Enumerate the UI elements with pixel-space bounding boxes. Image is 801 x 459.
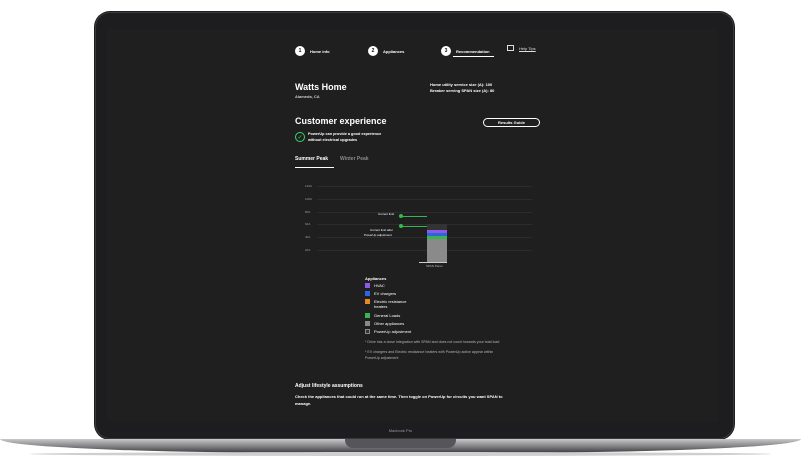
legend-swatch: [365, 321, 370, 326]
grid-line: [317, 237, 532, 238]
legend-swatch: [365, 291, 370, 296]
span-size: Breaker serving SPAN size (A): 80: [430, 88, 495, 93]
y-tick-label: 80A: [305, 210, 311, 214]
current-limit-line: [402, 216, 427, 217]
legend-item: PowerUp adjustment: [365, 329, 411, 334]
help-tips-label: Help Tips: [519, 45, 536, 51]
app-screen: 1 Home info 2 Appliances 3 Recommendatio…: [107, 29, 718, 422]
legend-item: EV chargers: [365, 291, 396, 296]
service-size: Home utility service size (A): 100: [430, 82, 493, 87]
lifestyle-desc-1: Check the appliances that could run at t…: [295, 394, 503, 399]
laptop-shadow: [30, 452, 771, 456]
grid-line: [317, 186, 532, 187]
home-name: Watts Home: [295, 82, 347, 92]
legend-label: Electric resistance heaters: [374, 299, 407, 309]
laptop-notch: [345, 439, 456, 448]
adjusted-limit-label-1: Current limit after: [370, 228, 394, 232]
x-axis-label: SPAN Panel: [426, 264, 443, 268]
bar-segment: [427, 224, 447, 231]
legend-label: EV chargers: [374, 291, 397, 296]
bar-segment: [427, 230, 447, 233]
step-number: 3: [441, 46, 451, 56]
step-label: Recommendation: [456, 48, 490, 54]
step-appliances[interactable]: 2 Appliances: [368, 44, 404, 58]
legend-label: HVAC: [374, 283, 385, 288]
lifestyle-title: Adjust lifestyle assumptions: [295, 383, 363, 389]
device-label: Macbook Pro: [388, 428, 413, 433]
adjusted-limit-line: [402, 226, 427, 227]
legend-item: Other appliances: [365, 321, 404, 326]
legend-swatch: [365, 329, 370, 334]
legend-swatch: [365, 313, 370, 318]
note-ev-2: PowerUp adjustment: [365, 356, 399, 360]
grid-line: [317, 212, 532, 213]
tab-winter-peak[interactable]: Winter Peak: [340, 156, 369, 162]
adjusted-limit-label-2: PowerUp adjustment: [364, 233, 392, 237]
step-number: 2: [368, 46, 378, 56]
step-label: Appliances: [383, 48, 405, 54]
grid-line: [317, 199, 532, 200]
step-label: Home info: [310, 48, 330, 54]
book-icon: [507, 45, 514, 51]
legend-swatch: [365, 283, 370, 288]
current-limit-label: Current limit: [378, 212, 395, 216]
y-tick-label: 40A: [305, 235, 311, 239]
legend-label: General Loads: [374, 313, 401, 318]
y-tick-label: 100A: [305, 197, 313, 201]
grid-line: [317, 224, 532, 225]
legend-item: Electric resistance heaters: [365, 299, 406, 309]
active-step-underline: [453, 56, 494, 57]
y-tick-label: 120A: [305, 184, 313, 188]
current-limit-marker: [399, 214, 403, 218]
legend-swatch: [365, 299, 370, 304]
bar-segment: [427, 239, 447, 262]
results-guide-button[interactable]: Results Guide: [483, 118, 540, 127]
bar-segment: [427, 232, 447, 236]
help-tips-link[interactable]: Help Tips: [507, 45, 536, 51]
bar-segment: [427, 236, 447, 240]
legend-label: Other appliances: [374, 321, 405, 326]
grid-line: [317, 250, 532, 251]
check-circle-icon: ✓: [295, 132, 305, 142]
active-tab-underline: [295, 167, 334, 168]
experience-message-1: PowerUp can provide a good experience: [308, 132, 382, 136]
adjusted-limit-marker: [399, 224, 403, 228]
legend-item: General Loads: [365, 313, 400, 318]
y-tick-label: 20A: [305, 248, 311, 252]
progress-steps: 1 Home info 2 Appliances 3 Recommendatio…: [295, 44, 595, 58]
home-location: Alameda, CA: [295, 94, 320, 99]
section-title: Customer experience: [295, 116, 387, 126]
note-ev-1: * EV chargers and Electric resistance he…: [365, 350, 494, 354]
legend-title: Appliances: [365, 276, 387, 281]
y-tick-label: 60A: [305, 222, 311, 226]
experience-message-2: without electrical upgrades: [308, 138, 358, 142]
step-home-info[interactable]: 1 Home info: [295, 44, 330, 58]
legend-item: HVAC: [365, 283, 385, 288]
step-number: 1: [295, 46, 305, 56]
lifestyle-desc-2: manage.: [295, 401, 312, 406]
tab-summer-peak[interactable]: Summer Peak: [295, 156, 328, 162]
legend-label: PowerUp adjustment: [374, 329, 412, 334]
note-drive: * Drive has a close integration with SPA…: [365, 340, 500, 344]
chart-baseline: [419, 262, 447, 263]
